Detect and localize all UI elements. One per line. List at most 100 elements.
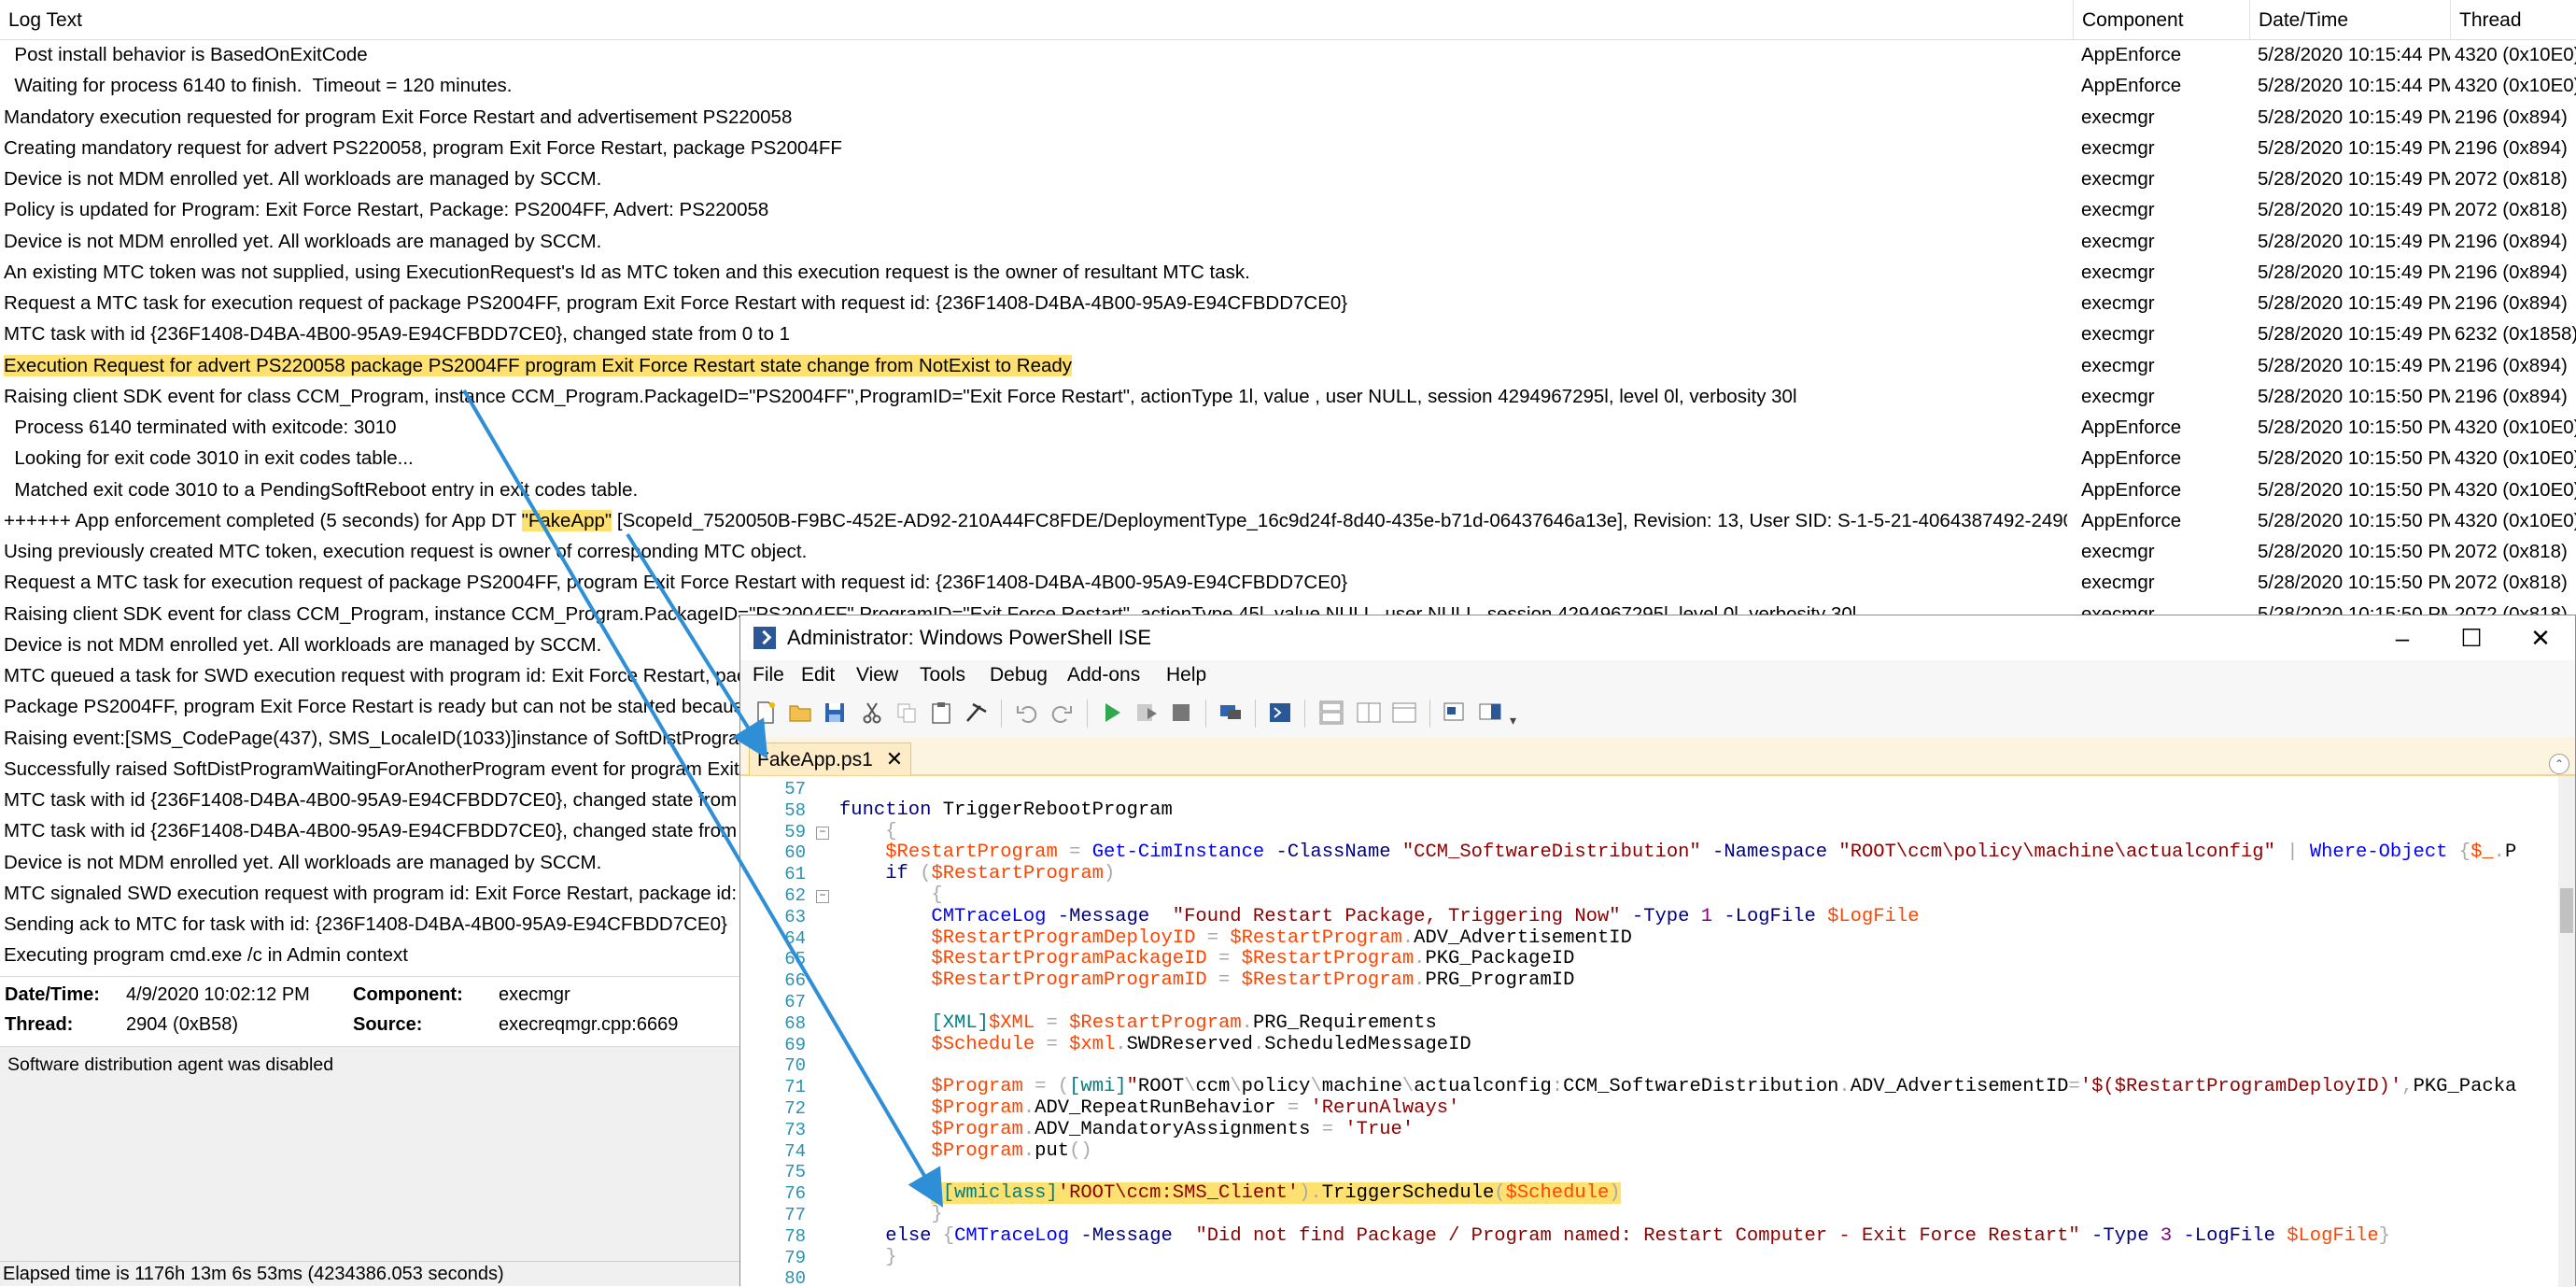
code-line[interactable]: 66 $RestartProgramProgramID = $RestartPr…: [740, 969, 2566, 992]
log-row[interactable]: Matched exit code 3010 to a PendingSoftR…: [0, 474, 2576, 505]
code-line[interactable]: 70: [740, 1055, 2566, 1077]
show-script-right-icon[interactable]: [1357, 700, 1381, 725]
fold-toggle-icon[interactable]: −: [816, 826, 829, 840]
code-line[interactable]: 78 else {CMTraceLog -Message "Did not fi…: [740, 1225, 2566, 1248]
code-line[interactable]: 71 $Program = ([wmi]"ROOT\ccm\policy\mac…: [740, 1076, 2566, 1098]
menu-file[interactable]: File: [753, 660, 784, 690]
redo-icon[interactable]: [1049, 700, 1074, 725]
powershell-ise-window[interactable]: Administrator: Windows PowerShell ISE – …: [739, 615, 2576, 1287]
clear-console-icon[interactable]: [964, 700, 988, 725]
log-row-text: Waiting for process 6140 to finish. Time…: [4, 75, 513, 97]
log-row[interactable]: Process 6140 terminated with exitcode: 3…: [0, 412, 2576, 443]
menu-debug[interactable]: Debug: [990, 660, 1048, 690]
copy-icon[interactable]: [894, 700, 919, 725]
toolbar-overflow-icon[interactable]: ▾: [1510, 713, 1516, 728]
code-line[interactable]: 64 $RestartProgramDeployID = $RestartPro…: [740, 927, 2566, 950]
code-text: function TriggerRebootProgram: [839, 799, 1173, 821]
log-row[interactable]: Using previously created MTC token, exec…: [0, 536, 2576, 567]
column-log-text[interactable]: Log Text: [0, 0, 2073, 39]
stop-icon[interactable]: [1169, 700, 1193, 725]
editor-vertical-scrollbar[interactable]: [2558, 776, 2575, 1287]
code-line[interactable]: 62− {: [740, 884, 2566, 907]
code-line[interactable]: 60 $RestartProgram = Get-CimInstance -Cl…: [740, 842, 2566, 864]
detail-message-box[interactable]: Software distribution agent was disabled: [0, 1046, 739, 1263]
column-component[interactable]: Component: [2073, 0, 2249, 39]
menu-edit[interactable]: Edit: [801, 660, 835, 690]
code-line[interactable]: 67: [740, 992, 2566, 1013]
cut-icon[interactable]: [860, 700, 884, 725]
log-row-thread: 4320 (0x10E0): [2455, 75, 2576, 97]
undo-icon[interactable]: [1015, 700, 1039, 725]
column-thread[interactable]: Thread: [2450, 0, 2576, 39]
log-row[interactable]: Waiting for process 6140 to finish. Time…: [0, 70, 2576, 101]
new-file-icon[interactable]: [753, 700, 778, 725]
menu-view[interactable]: View: [856, 660, 898, 690]
code-line[interactable]: 80: [740, 1268, 2566, 1287]
maximize-button[interactable]: ☐: [2437, 615, 2506, 660]
save-icon[interactable]: [823, 700, 847, 725]
menu-tools[interactable]: Tools: [920, 660, 965, 690]
code-line[interactable]: 73 $Program.ADV_MandatoryAssignments = '…: [740, 1119, 2566, 1141]
log-row[interactable]: Mandatory execution requested for progra…: [0, 102, 2576, 133]
code-line[interactable]: 69 $Schedule = $xml.SWDReserved.Schedule…: [740, 1034, 2566, 1056]
code-line[interactable]: 77 }: [740, 1204, 2566, 1226]
line-number: 70: [784, 1055, 806, 1077]
code-line[interactable]: 79 }: [740, 1247, 2566, 1269]
code-line[interactable]: 75: [740, 1162, 2566, 1183]
code-line[interactable]: 74 $Program.put(): [740, 1140, 2566, 1163]
run-selection-icon[interactable]: [1134, 700, 1159, 725]
close-tab-icon[interactable]: ✕: [886, 747, 903, 771]
log-row[interactable]: ++++++ App enforcement completed (5 seco…: [0, 505, 2576, 536]
script-editor[interactable]: 57 58 function TriggerRebootProgram 59− {60…: [740, 776, 2575, 1287]
paste-icon[interactable]: [929, 700, 953, 725]
log-row[interactable]: Post install behavior is BasedOnExitCode…: [0, 39, 2576, 70]
minimize-button[interactable]: –: [2368, 615, 2437, 660]
log-row-component: AppEnforce: [2081, 478, 2182, 501]
log-row[interactable]: Device is not MDM enrolled yet. All work…: [0, 226, 2576, 257]
log-row[interactable]: Policy is updated for Program: Exit Forc…: [0, 194, 2576, 225]
menu-addons[interactable]: Add-ons: [1067, 660, 1140, 690]
log-row[interactable]: Raising client SDK event for class CCM_P…: [0, 381, 2576, 412]
code-line[interactable]: 63 CMTraceLog -Message "Found Restart Pa…: [740, 905, 2566, 928]
log-row[interactable]: Request a MTC task for execution request…: [0, 567, 2576, 598]
log-row[interactable]: Looking for exit code 3010 in exit codes…: [0, 443, 2576, 474]
remote-powershell-icon[interactable]: [1218, 700, 1243, 725]
start-powershell-icon[interactable]: [1268, 700, 1292, 725]
close-button[interactable]: ✕: [2506, 615, 2575, 660]
code-line[interactable]: 72 $Program.ADV_RepeatRunBehavior = 'Rer…: [740, 1097, 2566, 1120]
open-folder-icon[interactable]: [788, 700, 812, 725]
code-text: $Program.ADV_RepeatRunBehavior = 'RerunA…: [931, 1097, 1460, 1119]
line-number: 66: [784, 970, 806, 992]
show-command-addon-icon[interactable]: [1478, 700, 1502, 725]
log-row[interactable]: Creating mandatory request for advert PS…: [0, 133, 2576, 163]
code-line[interactable]: 57: [740, 779, 2566, 800]
run-script-icon[interactable]: [1100, 700, 1124, 725]
code-line[interactable]: 65 $RestartProgramPackageID = $RestartPr…: [740, 948, 2566, 970]
code-text: CMTraceLog -Message "Found Restart Packa…: [931, 905, 1920, 927]
log-row[interactable]: MTC task with id {236F1408-D4BA-4B00-95A…: [0, 318, 2576, 349]
code-line[interactable]: 59− {: [740, 821, 2566, 843]
code-line[interactable]: 61 if ($RestartProgram): [740, 863, 2566, 885]
show-script-top-icon[interactable]: [1319, 700, 1344, 725]
code-line[interactable]: 68 [XML]$XML = $RestartProgram.PRG_Requi…: [740, 1012, 2566, 1035]
ise-title-bar[interactable]: Administrator: Windows PowerShell ISE – …: [740, 615, 2575, 660]
fold-toggle-icon[interactable]: −: [816, 890, 829, 903]
log-row[interactable]: An existing MTC token was not supplied, …: [0, 257, 2576, 288]
log-row-component: AppEnforce: [2081, 447, 2182, 470]
menu-help[interactable]: Help: [1166, 660, 1206, 690]
log-row-datetime: 5/28/2020 10:15:49 PM: [2258, 323, 2450, 346]
log-row[interactable]: Execution Request for advert PS220058 pa…: [0, 350, 2576, 381]
show-command-window-icon[interactable]: [1443, 700, 1467, 725]
code-line[interactable]: 76 ([wmiclass]'ROOT\ccm:SMS_Client').Tri…: [740, 1182, 2566, 1205]
tab-fakeapp-ps1[interactable]: FakeApp.ps1 ✕: [749, 742, 912, 775]
log-row-text: Mandatory execution requested for progra…: [4, 106, 793, 128]
scrollbar-thumb[interactable]: [2560, 888, 2573, 933]
log-row[interactable]: Request a MTC task for execution request…: [0, 288, 2576, 318]
code-line[interactable]: 58 function TriggerRebootProgram: [740, 799, 2566, 822]
show-script-maximized-icon[interactable]: [1392, 700, 1416, 725]
collapse-script-pane-icon[interactable]: ⌃: [2549, 754, 2569, 774]
ise-toolbar: ▾: [740, 690, 2575, 737]
column-datetime[interactable]: Date/Time: [2249, 0, 2450, 39]
log-row[interactable]: Device is not MDM enrolled yet. All work…: [0, 163, 2576, 194]
log-row-component: AppEnforce: [2081, 75, 2182, 97]
